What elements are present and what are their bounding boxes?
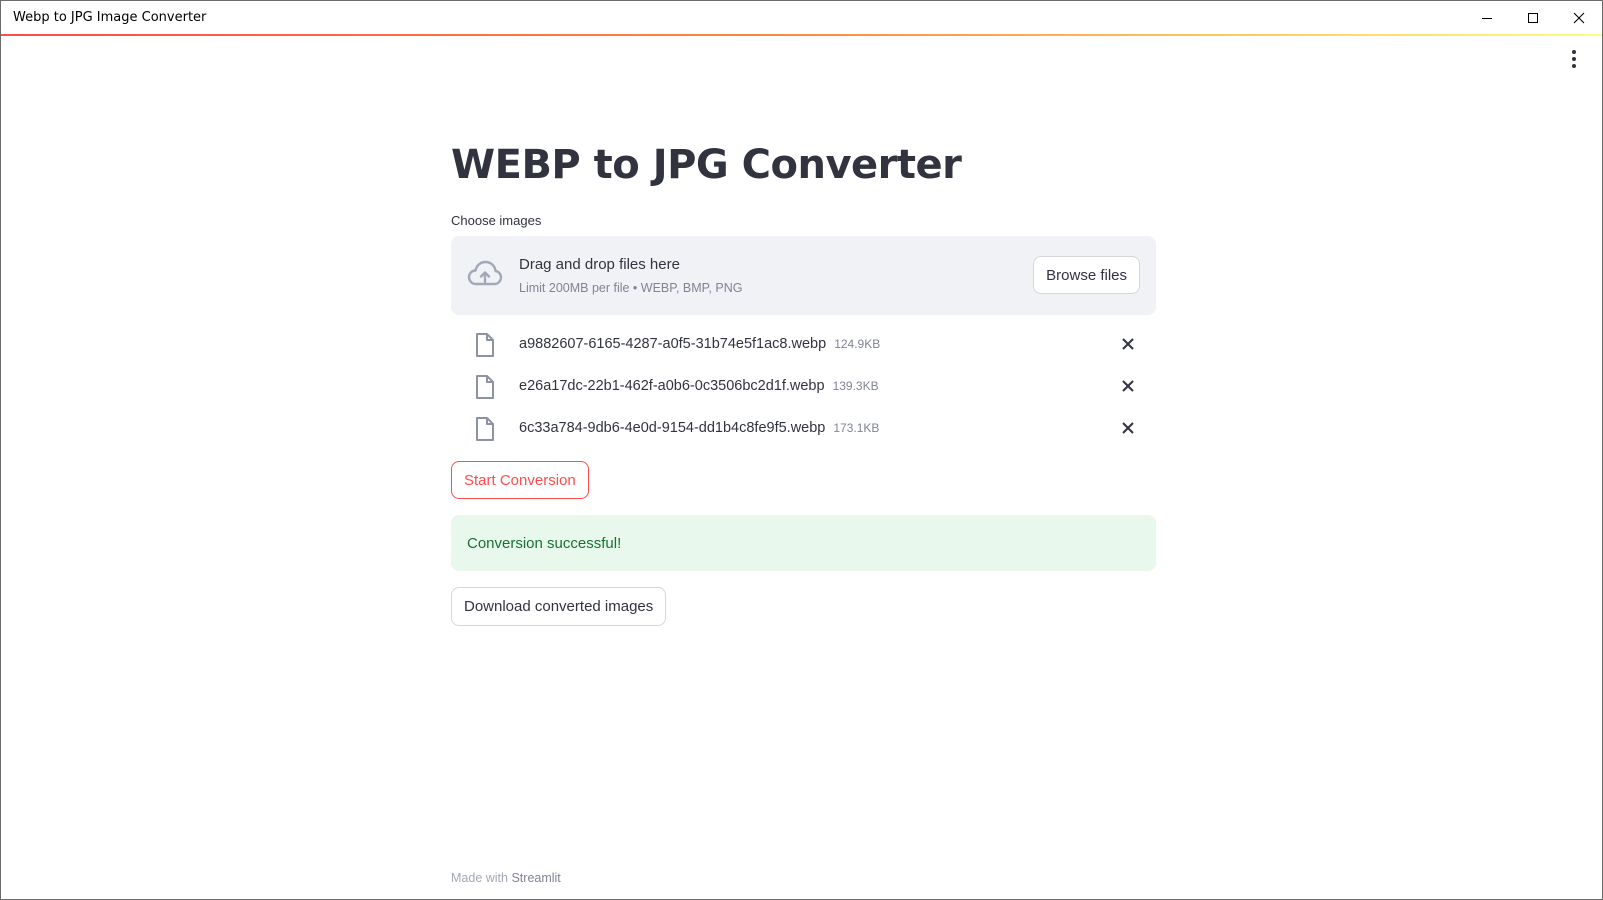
app-window: Webp to JPG Image Converter WEBP to JPG … — [0, 0, 1603, 900]
remove-file-button[interactable] — [1116, 332, 1140, 356]
maximize-icon — [1528, 12, 1538, 23]
file-icon — [476, 375, 494, 399]
main-content: WEBP to JPG Converter Choose images Drag… — [451, 141, 1156, 626]
close-icon — [1122, 380, 1134, 392]
success-alert: Conversion successful! — [451, 515, 1156, 571]
file-info: a9882607-6165-4287-a0f5-31b74e5f1ac8.web… — [519, 336, 880, 352]
uploader-label: Choose images — [451, 213, 542, 228]
file-size: 139.3KB — [832, 379, 879, 393]
minimize-button[interactable] — [1464, 1, 1510, 34]
file-info: e26a17dc-22b1-462f-a0b6-0c3506bc2d1f.web… — [519, 378, 879, 394]
close-window-button[interactable] — [1556, 1, 1602, 34]
close-icon — [1122, 338, 1134, 350]
footer-made-with: Made with — [451, 871, 508, 885]
kebab-menu-icon — [1572, 50, 1576, 54]
footer: Made with Streamlit — [451, 871, 561, 885]
window-title: Webp to JPG Image Converter — [13, 10, 207, 25]
uploaded-file-list: a9882607-6165-4287-a0f5-31b74e5f1ac8.web… — [451, 323, 1156, 449]
start-conversion-button[interactable]: Start Conversion — [451, 461, 589, 499]
success-message: Conversion successful! — [467, 534, 622, 552]
close-icon — [1573, 12, 1585, 23]
remove-file-button[interactable] — [1116, 374, 1140, 398]
file-icon — [476, 333, 494, 357]
file-row: e26a17dc-22b1-462f-a0b6-0c3506bc2d1f.web… — [451, 365, 1156, 407]
main-menu-button[interactable] — [1564, 49, 1584, 69]
remove-file-button[interactable] — [1116, 416, 1140, 440]
file-row: 6c33a784-9db6-4e0d-9154-dd1b4c8fe9f5.web… — [451, 407, 1156, 449]
file-info: 6c33a784-9db6-4e0d-9154-dd1b4c8fe9f5.web… — [519, 420, 879, 436]
maximize-button[interactable] — [1510, 1, 1556, 34]
download-button[interactable]: Download converted images — [451, 587, 667, 626]
file-row: a9882607-6165-4287-a0f5-31b74e5f1ac8.web… — [451, 323, 1156, 365]
streamlit-link[interactable]: Streamlit — [511, 871, 560, 885]
file-name: e26a17dc-22b1-462f-a0b6-0c3506bc2d1f.web… — [519, 378, 825, 394]
file-name: a9882607-6165-4287-a0f5-31b74e5f1ac8.web… — [519, 336, 827, 352]
header-decoration-bar — [1, 34, 1602, 36]
file-dropzone[interactable]: Drag and drop files here Limit 200MB per… — [451, 236, 1156, 315]
browse-files-button[interactable]: Browse files — [1033, 256, 1140, 294]
file-icon — [476, 417, 494, 441]
file-size: 173.1KB — [833, 421, 880, 435]
file-size: 124.9KB — [834, 337, 881, 351]
dropzone-limit: Limit 200MB per file • WEBP, BMP, PNG — [519, 281, 743, 295]
file-name: 6c33a784-9db6-4e0d-9154-dd1b4c8fe9f5.web… — [519, 420, 826, 436]
dropzone-title: Drag and drop files here — [519, 256, 680, 273]
cloud-upload-icon — [467, 260, 503, 286]
close-icon — [1122, 422, 1134, 434]
minimize-icon — [1482, 17, 1492, 19]
page-title: WEBP to JPG Converter — [451, 142, 962, 188]
title-bar: Webp to JPG Image Converter — [1, 1, 1602, 34]
dropzone-instructions: Drag and drop files here Limit 200MB per… — [519, 256, 742, 295]
